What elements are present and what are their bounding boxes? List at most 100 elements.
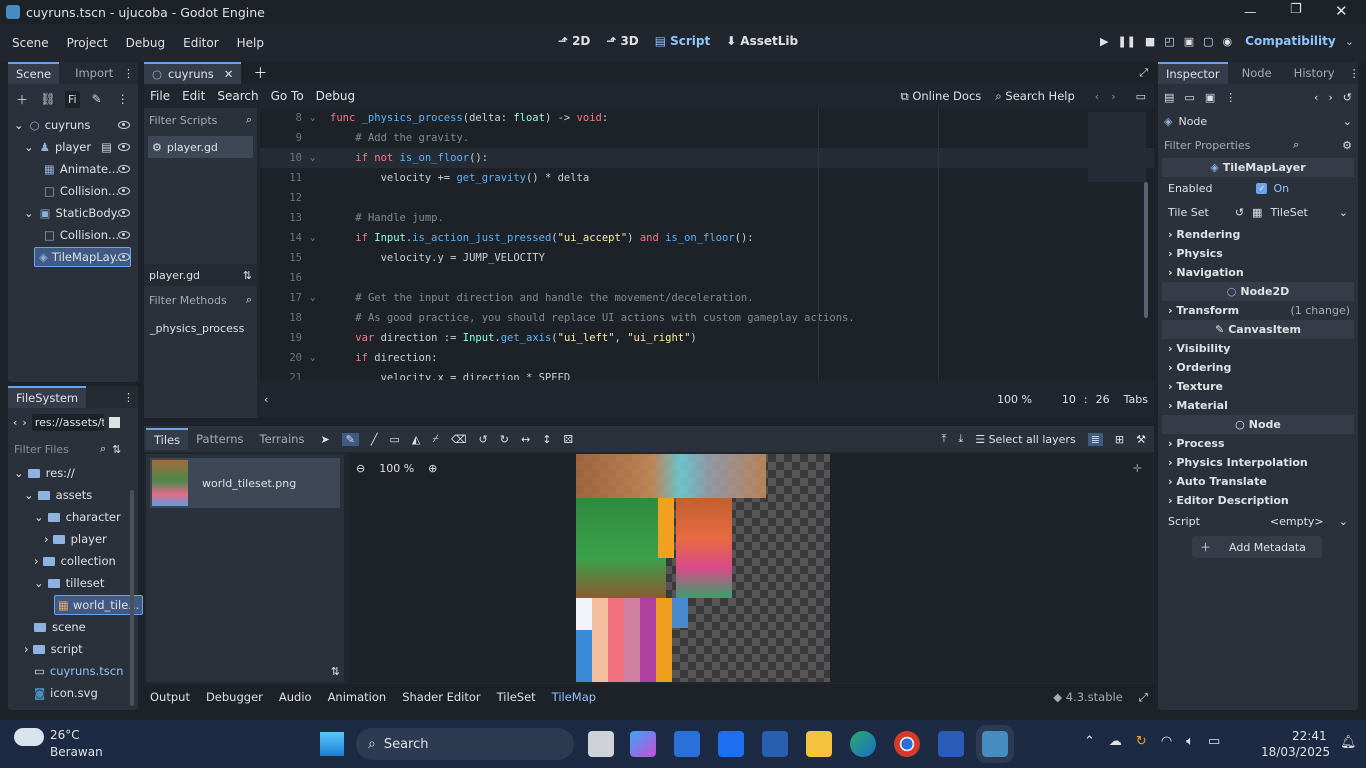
fs-item-scene[interactable]: scene bbox=[14, 616, 138, 638]
bottom-tab-output[interactable]: Output bbox=[150, 690, 190, 704]
script-value[interactable]: <empty> bbox=[1270, 515, 1324, 528]
section-physics[interactable]: › Physics bbox=[1162, 244, 1354, 263]
section-auto-translate[interactable]: › Auto Translate bbox=[1162, 472, 1354, 491]
picker-tool-icon[interactable]: ⌿ bbox=[432, 432, 439, 446]
eraser-tool-icon[interactable]: ⌫ bbox=[451, 433, 467, 446]
code-line[interactable]: 21 velocity.x = direction * SPEED bbox=[260, 368, 1154, 380]
zoom-in-icon[interactable]: ⊕ bbox=[428, 462, 437, 475]
prev-script-icon[interactable]: ‹ bbox=[1095, 90, 1099, 103]
visibility-eye-icon[interactable] bbox=[118, 209, 130, 217]
search-help-button[interactable]: ⌕ Search Help bbox=[995, 89, 1075, 104]
fold-arrow-icon[interactable]: ⌄ bbox=[310, 353, 330, 363]
filesystem-scrollbar[interactable] bbox=[130, 490, 134, 706]
tile-atlas-view[interactable]: ⊖ 100 % ⊕ ✛ bbox=[350, 454, 1152, 682]
task-view-icon[interactable] bbox=[588, 731, 614, 757]
tab-import[interactable]: Import bbox=[67, 62, 121, 84]
tree-node-collision-2[interactable]: □ Collision... bbox=[8, 224, 138, 246]
revert-icon[interactable]: ↺ bbox=[1235, 206, 1244, 219]
scene-filter-input[interactable]: Fi bbox=[65, 90, 80, 108]
code-line[interactable]: 19 var direction := Input. get_axis("ui_l… bbox=[260, 328, 1154, 348]
code-minimap[interactable] bbox=[1088, 112, 1146, 182]
tab-filesystem[interactable]: FileSystem bbox=[8, 386, 87, 408]
section-ordering[interactable]: › Ordering bbox=[1162, 358, 1354, 377]
open-resource-icon[interactable]: ▭ bbox=[1184, 91, 1194, 104]
menu-scene[interactable]: Scene bbox=[12, 36, 49, 50]
bottom-tab-tilemap[interactable]: TileMap bbox=[552, 690, 596, 704]
close-button[interactable]: ✕ bbox=[1335, 2, 1348, 20]
chrome-icon[interactable] bbox=[894, 731, 920, 757]
chevron-down-icon[interactable]: ⌄ bbox=[1343, 115, 1352, 128]
select-all-layers-button[interactable]: ☰ Select all layers bbox=[975, 433, 1075, 446]
section-physics-interpolation[interactable]: › Physics Interpolation bbox=[1162, 453, 1354, 472]
section-process[interactable]: › Process bbox=[1162, 434, 1354, 453]
script-icon[interactable]: ▤ bbox=[101, 140, 112, 154]
rect-tool-icon[interactable]: ▭ bbox=[390, 433, 400, 446]
wifi-icon[interactable]: ◠ bbox=[1161, 734, 1172, 749]
online-docs-button[interactable]: ⧉ Online Docs bbox=[900, 89, 981, 104]
tab-history[interactable]: History bbox=[1286, 62, 1343, 84]
tree-node-staticbody[interactable]: ⌄ ▣ StaticBody... bbox=[8, 202, 138, 224]
next-script-icon[interactable]: › bbox=[1111, 90, 1115, 103]
code-line[interactable]: 20 ⌄ if direction: bbox=[260, 348, 1154, 368]
layer-up-icon[interactable]: ⤒ bbox=[941, 432, 946, 446]
script-list-item[interactable]: ⚙ player.gd bbox=[148, 136, 253, 158]
tab-patterns[interactable]: Patterns bbox=[188, 428, 251, 450]
script-menu-goto[interactable]: Go To bbox=[271, 89, 304, 103]
scene-menu-icon[interactable]: ⋮ bbox=[114, 90, 132, 108]
forward-arrow-icon[interactable]: › bbox=[22, 416, 26, 429]
code-line[interactable]: 10 ⌄ if not is_on_floor (): bbox=[260, 148, 1154, 168]
bottom-tab-audio[interactable]: Audio bbox=[279, 690, 312, 704]
chevron-up-icon[interactable]: ⌃ bbox=[1084, 734, 1095, 749]
dock-menu-icon[interactable]: ⋮ bbox=[123, 391, 134, 404]
code-line[interactable]: 9 # Add the gravity. bbox=[260, 128, 1154, 148]
chevron-down-icon[interactable]: ⌄ bbox=[1339, 515, 1348, 528]
distraction-free-icon[interactable]: ⤢ bbox=[1139, 66, 1148, 80]
code-line[interactable]: 14 ⌄ if Input. is_action_just_pressed("ui_… bbox=[260, 228, 1154, 248]
line-tool-icon[interactable]: ╱ bbox=[371, 433, 378, 446]
fs-item-player[interactable]: › player bbox=[14, 528, 138, 550]
flip-v-icon[interactable]: ↕ bbox=[542, 433, 551, 446]
clock-date[interactable]: 18/03/2025 bbox=[1261, 745, 1330, 759]
stop-icon[interactable]: ■ bbox=[1145, 35, 1155, 48]
fold-arrow-icon[interactable]: ⌄ bbox=[310, 113, 330, 123]
code-line[interactable]: 13 # Handle jump. bbox=[260, 208, 1154, 228]
code-line[interactable]: 17 ⌄ # Get the input direction and handle… bbox=[260, 288, 1154, 308]
back-arrow-icon[interactable]: ‹ bbox=[13, 416, 17, 429]
tileset-value[interactable]: TileSet bbox=[1270, 206, 1307, 219]
sort-icon[interactable]: ⇅ bbox=[112, 443, 121, 456]
visibility-eye-icon[interactable] bbox=[118, 231, 130, 239]
maximize-button[interactable]: ❐ bbox=[1290, 2, 1302, 17]
script-menu-search[interactable]: Search bbox=[217, 89, 258, 103]
inspected-node[interactable]: Node bbox=[1178, 115, 1207, 128]
code-scrollbar[interactable] bbox=[1144, 182, 1148, 318]
rotate-right-icon[interactable]: ↻ bbox=[500, 433, 509, 446]
resource-menu-icon[interactable]: ⋮ bbox=[1225, 91, 1236, 104]
section-editor-description[interactable]: › Editor Description bbox=[1162, 491, 1354, 510]
store-icon[interactable] bbox=[674, 731, 700, 757]
tab-node[interactable]: Node bbox=[1234, 62, 1280, 84]
tab-terrains[interactable]: Terrains bbox=[252, 428, 313, 450]
file-explorer-icon[interactable] bbox=[806, 731, 832, 757]
filter-methods-input[interactable]: Filter Methods bbox=[149, 294, 227, 307]
close-tab-icon[interactable]: ✕ bbox=[224, 67, 234, 81]
save-resource-icon[interactable]: ▣ bbox=[1205, 91, 1215, 104]
code-line[interactable]: 8 ⌄ func _physics_process (delta: float) ->… bbox=[260, 108, 1154, 128]
fs-item-cuyruns-tscn[interactable]: ▭ cuyruns.tscn bbox=[14, 660, 138, 682]
workspace-3d[interactable]: ⬏ 3D bbox=[606, 34, 638, 48]
menu-help[interactable]: Help bbox=[237, 36, 264, 50]
dropbox-icon[interactable] bbox=[718, 731, 744, 757]
tab-tiles[interactable]: Tiles bbox=[146, 428, 189, 450]
pause-icon[interactable]: ❚❚ bbox=[1117, 35, 1135, 48]
script-menu-debug[interactable]: Debug bbox=[316, 89, 355, 103]
rotate-left-icon[interactable]: ↺ bbox=[479, 433, 488, 446]
godot-taskbar-icon[interactable] bbox=[976, 725, 1014, 763]
weather-cloud-icon[interactable] bbox=[14, 728, 44, 746]
tile-source-item[interactable]: world_tileset.png bbox=[150, 458, 340, 508]
object-history-icon[interactable]: ↺ bbox=[1343, 91, 1352, 104]
menu-project[interactable]: Project bbox=[67, 36, 108, 50]
play-icon[interactable]: ▶ bbox=[1100, 35, 1108, 48]
minimize-button[interactable]: — bbox=[1244, 4, 1257, 19]
path-field[interactable]: res://assets/ti bbox=[31, 413, 104, 431]
link-icon[interactable]: ⛓ bbox=[39, 90, 57, 108]
filter-options-icon[interactable]: ⚙ bbox=[1342, 139, 1352, 152]
